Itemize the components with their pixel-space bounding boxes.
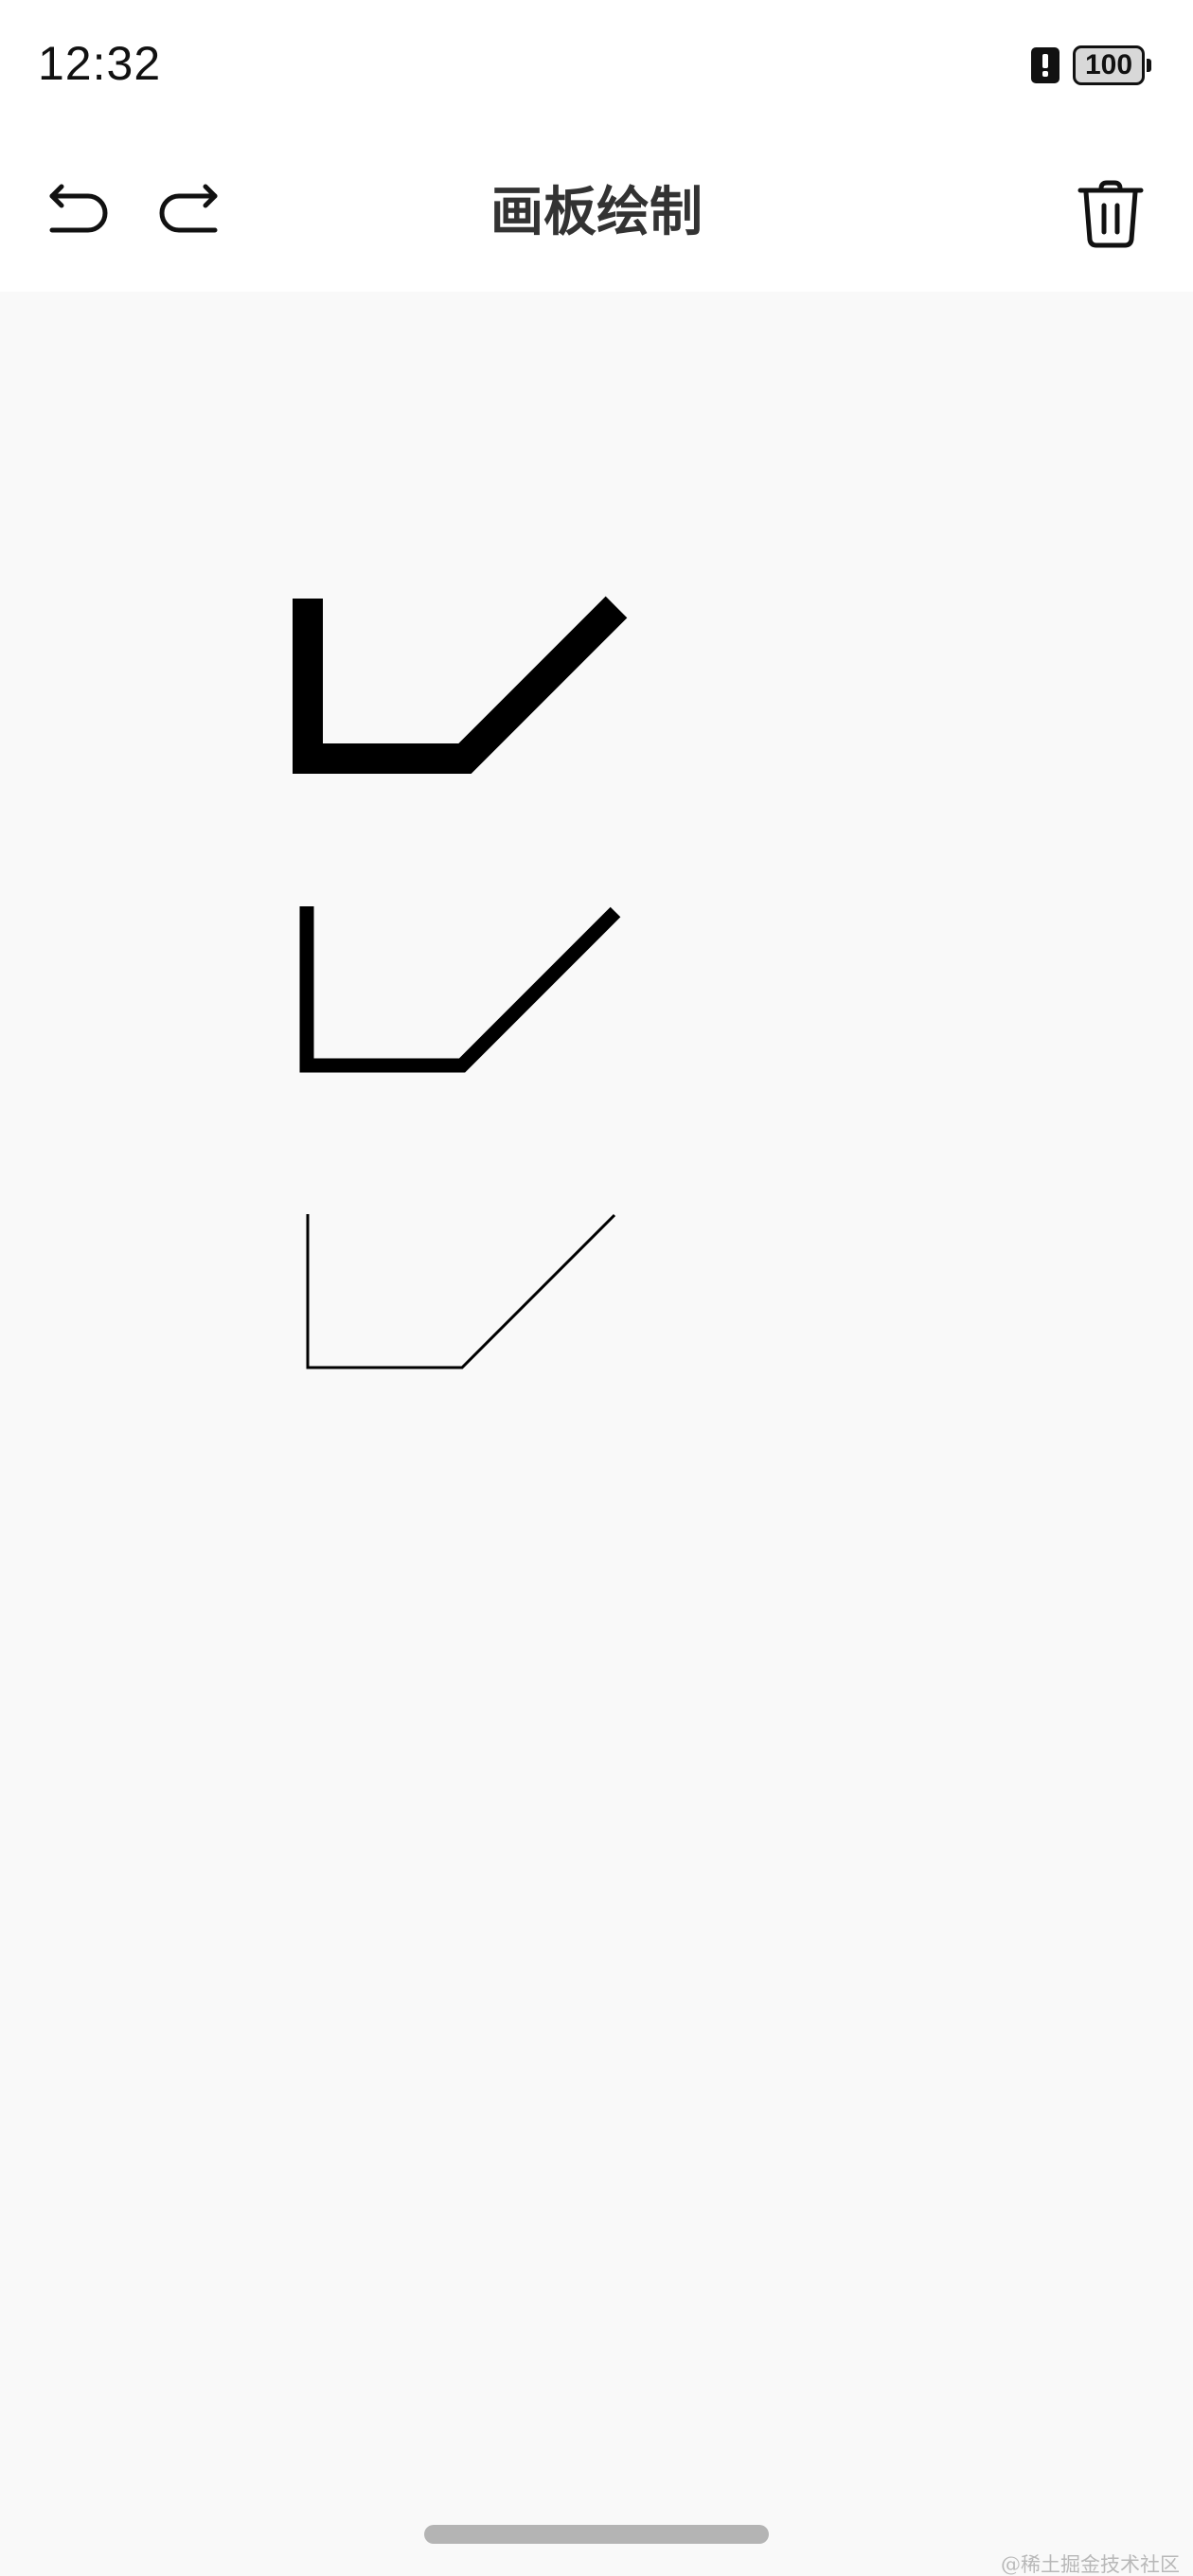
battery-tip [1147, 59, 1151, 72]
redo-icon [159, 184, 218, 233]
delete-button[interactable] [1068, 170, 1153, 256]
status-icons: 100 [1031, 44, 1151, 87]
battery-level: 100 [1073, 45, 1145, 85]
app-screen: 12:32 100 画板绘制 @稀土掘金技术社区 [0, 0, 1193, 2576]
canvas-surface[interactable] [0, 292, 1193, 2576]
trash-icon [1077, 180, 1144, 248]
drawing-canvas[interactable] [0, 292, 1193, 2576]
stroke-medium [299, 906, 621, 1073]
stroke-thin [306, 1213, 616, 1369]
toolbar: 画板绘制 [0, 133, 1193, 292]
stroke-thick [293, 596, 628, 774]
battery-indicator: 100 [1073, 45, 1151, 85]
status-bar: 12:32 100 [0, 0, 1193, 133]
status-time: 12:32 [38, 37, 162, 90]
undo-button[interactable] [36, 170, 121, 256]
alert-icon [1031, 47, 1059, 83]
watermark: @稀土掘金技术社区 [1001, 2553, 1180, 2576]
home-indicator[interactable] [424, 2525, 769, 2544]
undo-icon [49, 184, 108, 233]
redo-button[interactable] [146, 170, 231, 256]
